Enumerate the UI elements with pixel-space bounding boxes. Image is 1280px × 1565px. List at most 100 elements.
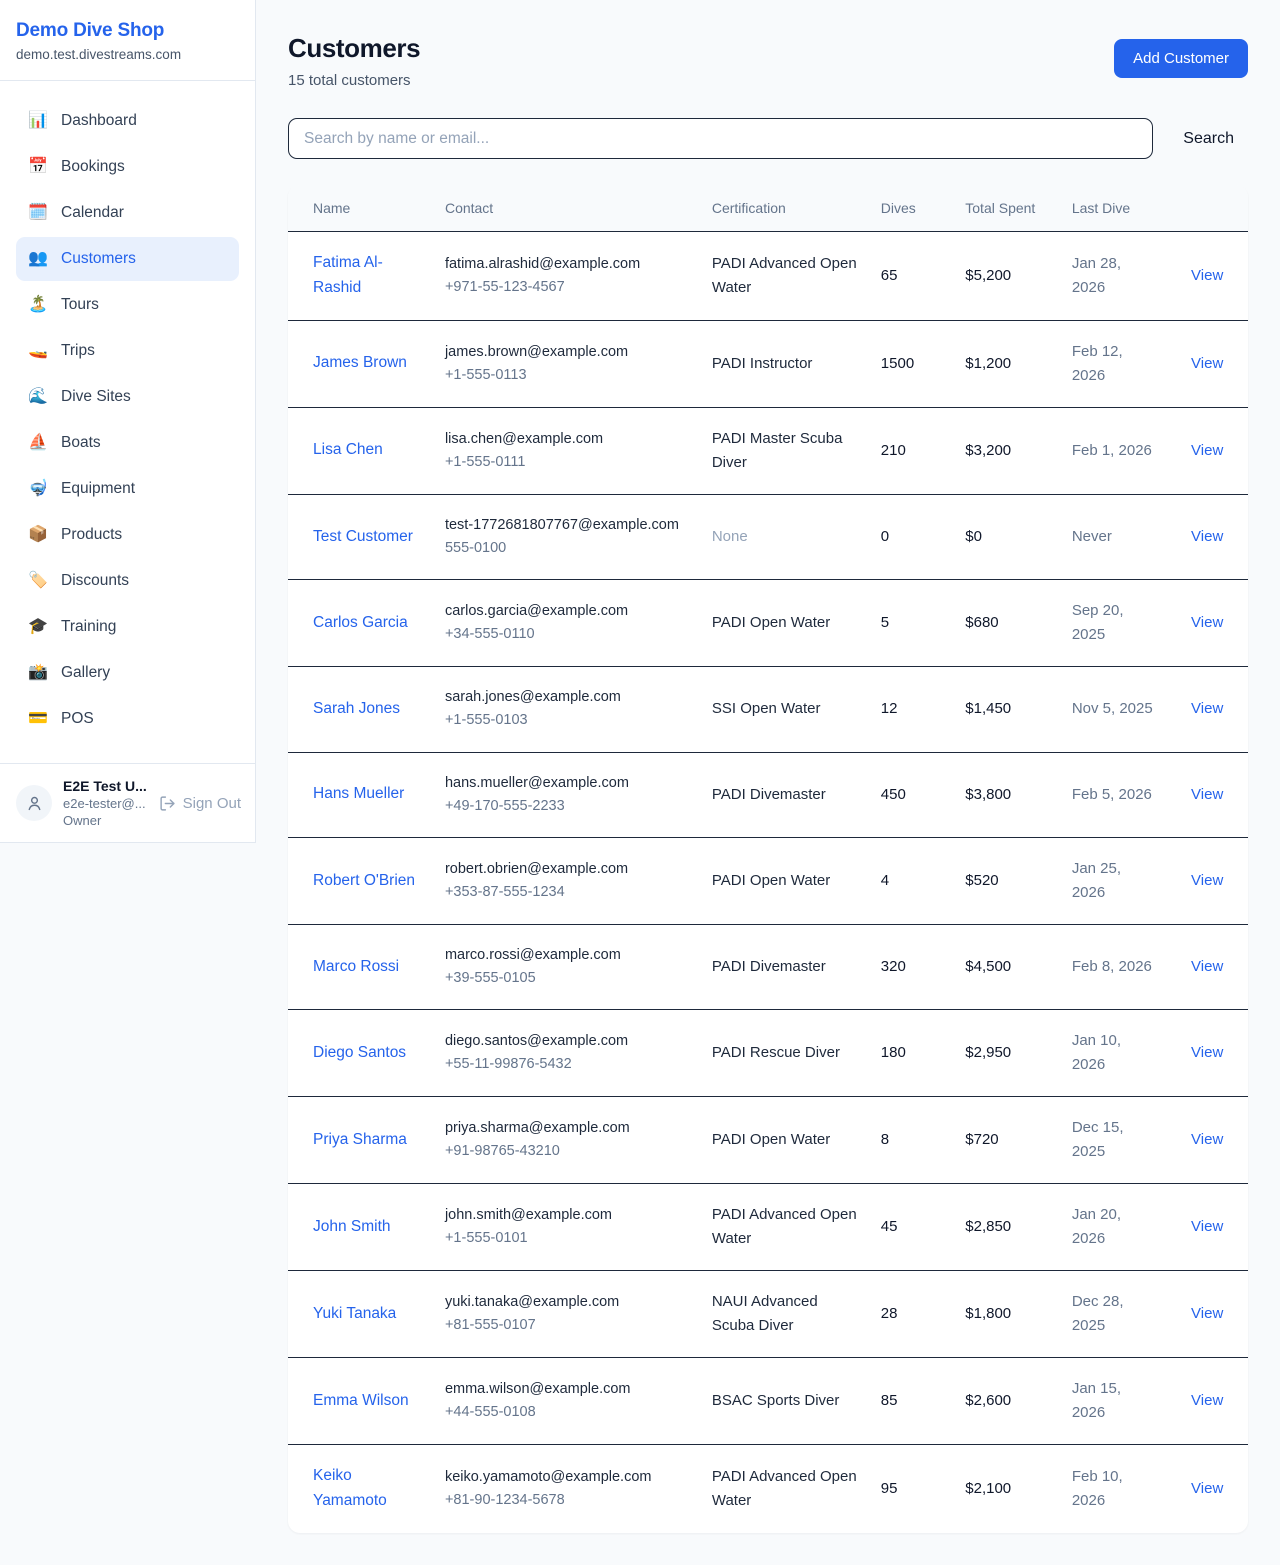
- customer-last-dive: Jan 20, 2026: [1060, 1184, 1167, 1271]
- view-link[interactable]: View: [1191, 267, 1223, 284]
- customer-dives: 0: [869, 494, 953, 579]
- view-link[interactable]: View: [1191, 614, 1223, 631]
- customer-name-link[interactable]: Diego Santos: [313, 1044, 406, 1061]
- view-link[interactable]: View: [1191, 1392, 1223, 1409]
- customer-name-link[interactable]: Test Customer: [313, 528, 413, 545]
- customer-email: john.smith@example.com: [445, 1204, 688, 1227]
- customer-total-spent: $2,850: [953, 1184, 1060, 1271]
- sign-out-button[interactable]: Sign Out: [159, 795, 241, 812]
- sidebar-item-boats[interactable]: ⛵ Boats: [16, 421, 239, 465]
- sidebar-item-products[interactable]: 📦 Products: [16, 513, 239, 557]
- view-link[interactable]: View: [1191, 872, 1223, 889]
- view-link[interactable]: View: [1191, 1131, 1223, 1148]
- customer-total-spent: $1,450: [953, 667, 1060, 752]
- customer-total-spent: $1,200: [953, 320, 1060, 407]
- customer-name-link[interactable]: James Brown: [313, 354, 407, 371]
- person-icon: [25, 794, 44, 813]
- customer-name-link[interactable]: Lisa Chen: [313, 441, 383, 458]
- view-link[interactable]: View: [1191, 1044, 1223, 1061]
- customer-name-link[interactable]: Yuki Tanaka: [313, 1305, 396, 1322]
- view-link[interactable]: View: [1191, 442, 1223, 459]
- view-link[interactable]: View: [1191, 355, 1223, 372]
- column-header-name: Name: [288, 185, 433, 232]
- customer-last-dive: Sep 20, 2025: [1060, 580, 1167, 667]
- customer-email: fatima.alrashid@example.com: [445, 253, 688, 276]
- view-link[interactable]: View: [1191, 1305, 1223, 1322]
- customer-email: yuki.tanaka@example.com: [445, 1291, 688, 1314]
- customer-certification: PADI Advanced Open Water: [700, 232, 869, 321]
- customer-total-spent: $2,100: [953, 1445, 1060, 1533]
- sidebar-item-customers[interactable]: 👥 Customers: [16, 237, 239, 281]
- search-button[interactable]: Search: [1169, 122, 1248, 156]
- customer-certification: PADI Master Scuba Diver: [700, 407, 869, 494]
- nav-item-icon: 📊: [28, 109, 48, 133]
- view-link[interactable]: View: [1191, 958, 1223, 975]
- sidebar-item-training[interactable]: 🎓 Training: [16, 605, 239, 649]
- customer-email: priya.sharma@example.com: [445, 1117, 688, 1140]
- sidebar-item-equipment[interactable]: 🤿 Equipment: [16, 467, 239, 511]
- customer-total-spent: $720: [953, 1097, 1060, 1184]
- customer-name-link[interactable]: Carlos Garcia: [313, 614, 408, 631]
- sidebar-item-trips[interactable]: 🚤 Trips: [16, 329, 239, 373]
- main-content: Customers 15 total customers Add Custome…: [256, 0, 1280, 1565]
- sidebar-item-label: Equipment: [61, 477, 135, 500]
- table-row: Test Customer test-1772681807767@example…: [288, 494, 1248, 579]
- sidebar-item-dashboard[interactable]: 📊 Dashboard: [16, 99, 239, 143]
- sidebar-item-pos[interactable]: 💳 POS: [16, 697, 239, 741]
- sidebar-item-tours[interactable]: 🏝️ Tours: [16, 283, 239, 327]
- customer-dives: 65: [869, 232, 953, 321]
- customer-email: marco.rossi@example.com: [445, 944, 688, 967]
- search-input[interactable]: [288, 118, 1153, 159]
- customer-name-link[interactable]: Marco Rossi: [313, 958, 399, 975]
- customer-last-dive: Feb 12, 2026: [1060, 320, 1167, 407]
- customer-name-link[interactable]: Priya Sharma: [313, 1131, 407, 1148]
- sidebar-item-calendar[interactable]: 🗓️ Calendar: [16, 191, 239, 235]
- customer-dives: 4: [869, 838, 953, 925]
- view-link[interactable]: View: [1191, 528, 1223, 545]
- sidebar-item-dive-sites[interactable]: 🌊 Dive Sites: [16, 375, 239, 419]
- customer-name-link[interactable]: John Smith: [313, 1218, 391, 1235]
- customer-name-link[interactable]: Fatima Al-Rashid: [313, 254, 383, 296]
- customer-last-dive: Dec 28, 2025: [1060, 1271, 1167, 1358]
- customer-email: sarah.jones@example.com: [445, 686, 688, 709]
- customer-certification: PADI Divemaster: [700, 752, 869, 837]
- page-header: Customers 15 total customers Add Custome…: [288, 33, 1248, 89]
- sidebar-header: Demo Dive Shop demo.test.divestreams.com: [0, 0, 255, 81]
- customer-certification: PADI Open Water: [700, 838, 869, 925]
- search-row: Search: [288, 118, 1248, 159]
- customer-total-spent: $4,500: [953, 925, 1060, 1010]
- view-link[interactable]: View: [1191, 786, 1223, 803]
- sidebar-item-label: POS: [61, 707, 94, 730]
- customer-name-link[interactable]: Sarah Jones: [313, 700, 400, 717]
- customer-dives: 8: [869, 1097, 953, 1184]
- customer-dives: 28: [869, 1271, 953, 1358]
- customer-phone: +353-87-555-1234: [445, 881, 688, 904]
- customer-total-spent: $5,200: [953, 232, 1060, 321]
- customer-name-link[interactable]: Keiko Yamamoto: [313, 1467, 387, 1509]
- customer-name-link[interactable]: Emma Wilson: [313, 1392, 409, 1409]
- customer-certification: NAUI Advanced Scuba Diver: [700, 1271, 869, 1358]
- table-row: Fatima Al-Rashid fatima.alrashid@example…: [288, 232, 1248, 321]
- customer-dives: 85: [869, 1358, 953, 1445]
- nav-item-icon: 🤿: [28, 477, 48, 501]
- sidebar-item-discounts[interactable]: 🏷️ Discounts: [16, 559, 239, 603]
- add-customer-button[interactable]: Add Customer: [1114, 39, 1248, 78]
- customer-last-dive: Never: [1060, 494, 1167, 579]
- view-link[interactable]: View: [1191, 700, 1223, 717]
- customer-name-link[interactable]: Hans Mueller: [313, 785, 404, 802]
- nav-item-icon: ⛵: [28, 431, 48, 455]
- view-link[interactable]: View: [1191, 1218, 1223, 1235]
- sidebar-item-label: Calendar: [61, 201, 124, 224]
- sidebar-item-gallery[interactable]: 📸 Gallery: [16, 651, 239, 695]
- customer-total-spent: $2,950: [953, 1010, 1060, 1097]
- table-row: Keiko Yamamoto keiko.yamamoto@example.co…: [288, 1445, 1248, 1533]
- customer-name-link[interactable]: Robert O'Brien: [313, 872, 415, 889]
- customer-total-spent: $3,200: [953, 407, 1060, 494]
- column-header-total-spent: Total Spent: [953, 185, 1060, 232]
- table-row: Emma Wilson emma.wilson@example.com +44-…: [288, 1358, 1248, 1445]
- nav-item-icon: 🌊: [28, 385, 48, 409]
- sidebar-item-bookings[interactable]: 📅 Bookings: [16, 145, 239, 189]
- view-link[interactable]: View: [1191, 1480, 1223, 1497]
- customer-dives: 1500: [869, 320, 953, 407]
- customer-last-dive: Dec 15, 2025: [1060, 1097, 1167, 1184]
